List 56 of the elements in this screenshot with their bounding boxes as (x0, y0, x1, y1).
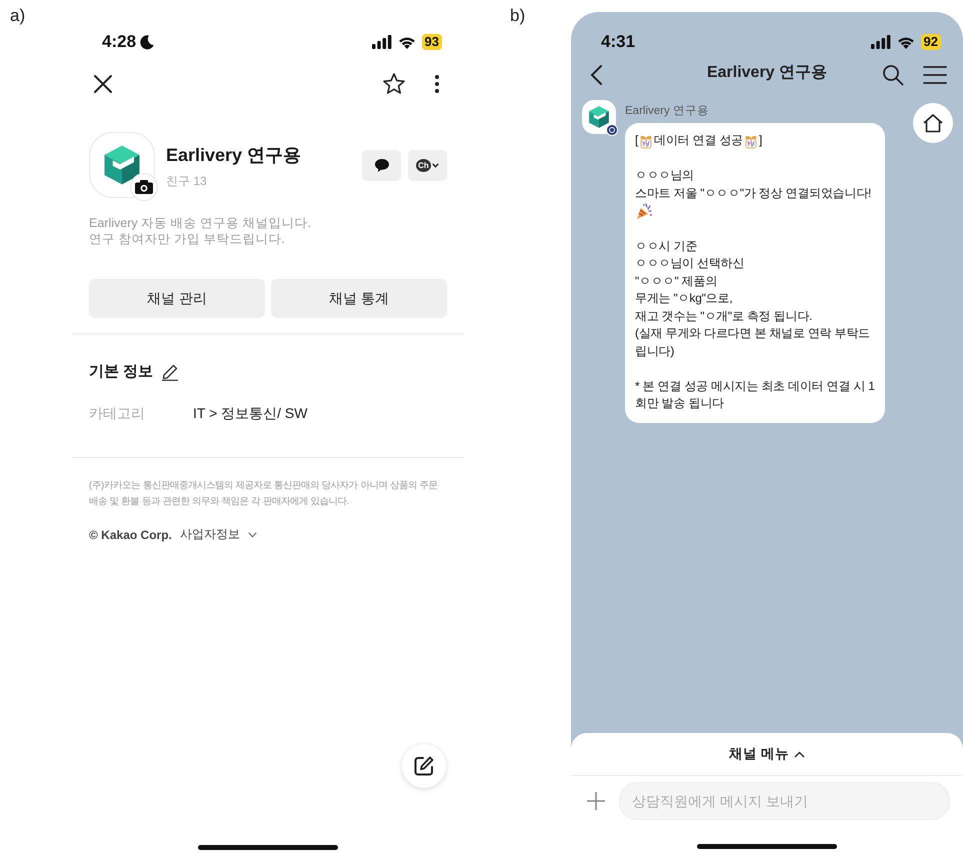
wifi-icon (398, 35, 416, 49)
channel-name: Earlivery 연구용 (166, 144, 302, 167)
menu-icon[interactable] (923, 65, 947, 85)
legal-notice: (주)카카오는 통신판매중개시스템의 제공자로 통신판매의 당사자가 아니며 상품의 주문 배송 및 환불 등과 관련한 의무와 책임은 각 판매자에게 있습니다. (89, 478, 438, 508)
message-input[interactable]: 상담직원에게 메시지 보내기 (619, 782, 950, 820)
back-icon[interactable] (589, 64, 603, 86)
chevron-down-icon[interactable] (248, 532, 257, 538)
channel-button[interactable]: 채널 관리 (89, 279, 265, 318)
edit-icon (413, 755, 435, 777)
bracket-text: [ (635, 132, 638, 149)
wifi-icon (896, 35, 915, 49)
copyright-text: © Kakao Corp. (89, 528, 172, 542)
camera-icon[interactable] (130, 173, 158, 201)
channel-avatar[interactable] (582, 100, 616, 134)
search-icon[interactable] (882, 64, 904, 86)
channel-avatar[interactable] (89, 132, 155, 198)
channel-button[interactable]: 채널 통계 (271, 279, 447, 318)
status-time: 4:28 (102, 32, 136, 52)
channel-menu-button[interactable]: 채널 메뉴 (729, 745, 805, 763)
signal-icon (372, 35, 392, 49)
friend-count: 친구 13 (166, 173, 208, 190)
plus-icon[interactable] (586, 791, 606, 811)
panel-label: a) (9, 5, 26, 27)
message-text: ㅇㅇㅇ님의 스마트 저울 "ㅇㅇㅇ"가 정상 연결되었습니다! (635, 167, 872, 202)
info-label: 카테고리 (89, 405, 146, 423)
chat-button[interactable] (362, 150, 401, 181)
more-icon[interactable] (434, 74, 440, 94)
section-title: 기본 정보 (89, 362, 154, 381)
compose-button[interactable] (402, 744, 446, 788)
message-text: * 본 연결 성공 메시지는 최초 데이터 연결 시 1 회만 발송 됩니다 (635, 378, 875, 412)
message-text: ㅇㅇ시 기준 ㅇㅇㅇ님이 선택하신 "ㅇㅇㅇ" 제품의 무게는 "ㅇkg"으로, 재고 갯수는 "ㅇ개"로 측정 됩니다. (실재 무게와 다르다면 본 채널로 연락 부탁드 립니다) (635, 238, 870, 360)
caret-up-icon (794, 750, 805, 758)
info-value: IT > 정보통신/ SW (193, 405, 308, 423)
message-title: 데이터 연결 성공 (654, 132, 744, 149)
pencil-icon[interactable] (161, 362, 180, 380)
chat-title: Earlivery 연구용 (706, 63, 828, 83)
star-icon[interactable] (382, 72, 406, 96)
speech-bubble-icon (374, 158, 390, 173)
badge-icon (606, 124, 618, 136)
signal-icon (870, 35, 891, 49)
home-button[interactable] (913, 103, 953, 143)
party-popper-icon (635, 202, 653, 220)
chevron-down-icon (432, 163, 439, 168)
channel-description: Earlivery 자동 배송 연구용 채널입니다. 연구 참여자만 가입 부탁드립니다. (88, 215, 312, 247)
close-icon[interactable] (92, 73, 114, 95)
house-icon (922, 113, 944, 133)
channel-button[interactable]: Ch (408, 150, 447, 181)
battery-indicator: 93 (422, 34, 442, 50)
moon-icon (139, 34, 156, 50)
cube-logo-icon (586, 104, 612, 130)
battery-indicator: 92 (920, 34, 941, 50)
status-time: 4:31 (601, 32, 636, 52)
bracket-text: ] (759, 132, 762, 149)
sender-name: Earlivery 연구용 (625, 104, 710, 118)
business-info-link[interactable]: 사업자정보 (180, 526, 240, 543)
panel-label: b) (510, 5, 526, 27)
